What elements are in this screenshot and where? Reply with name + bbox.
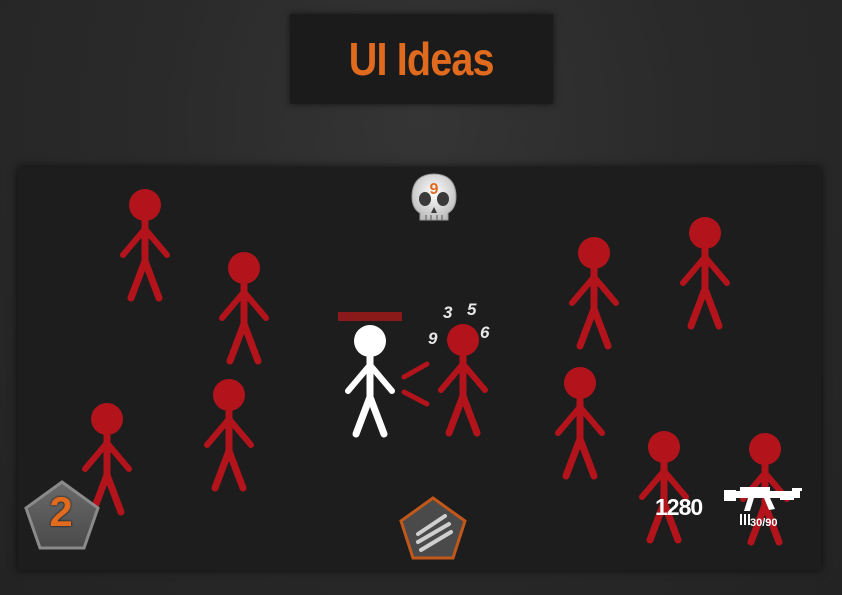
enemy-figure[interactable] bbox=[680, 217, 730, 330]
enemy-figure[interactable] bbox=[639, 431, 689, 544]
title-banner: UI Ideas bbox=[290, 14, 553, 104]
game-viewport[interactable]: 3 5 9 6 9 2 1280 30/90 bbox=[18, 167, 821, 570]
enemy-figure[interactable] bbox=[120, 189, 170, 302]
damage-number: 6 bbox=[480, 323, 490, 342]
damage-number: 5 bbox=[467, 300, 477, 319]
wave-number: 2 bbox=[49, 488, 73, 535]
player-figure bbox=[345, 325, 395, 438]
enemy-figure[interactable] bbox=[555, 367, 605, 480]
claw-slash-icon[interactable] bbox=[399, 496, 467, 560]
score-value: 1280 bbox=[655, 494, 703, 520]
damage-number: 9 bbox=[428, 329, 438, 348]
enemy-figure[interactable] bbox=[204, 379, 254, 492]
enemy-figure[interactable] bbox=[219, 252, 269, 365]
damage-number: 3 bbox=[443, 303, 453, 322]
kill-count: 9 bbox=[429, 181, 439, 198]
page-title: UI Ideas bbox=[349, 33, 495, 85]
enemy-figure-target[interactable] bbox=[438, 324, 488, 437]
player-health-bar bbox=[338, 312, 402, 321]
bullets-icon bbox=[740, 514, 750, 525]
slash-effect bbox=[401, 361, 430, 407]
enemy-figure[interactable] bbox=[82, 403, 132, 516]
enemy-figure[interactable] bbox=[569, 237, 619, 350]
ammo-count: 30/90 bbox=[750, 517, 778, 529]
